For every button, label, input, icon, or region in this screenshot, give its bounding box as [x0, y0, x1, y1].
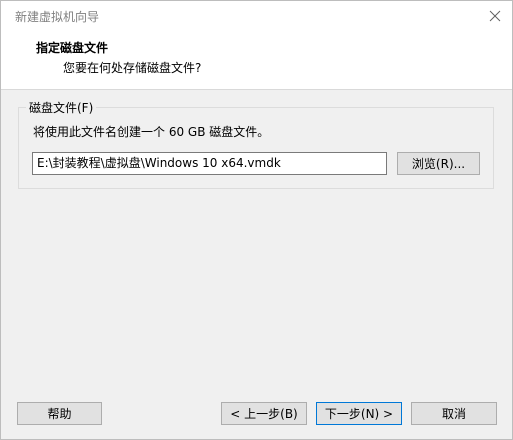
- page-title: 指定磁盘文件: [36, 41, 109, 55]
- footer-separator: [1, 391, 512, 392]
- browse-button[interactable]: 浏览(R)...: [397, 152, 480, 175]
- disk-file-description: 将使用此文件名创建一个 60 GB 磁盘文件。: [33, 125, 270, 139]
- wizard-header: 指定磁盘文件 您要在何处存储磁盘文件?: [1, 31, 512, 90]
- close-icon: [489, 10, 501, 22]
- help-button[interactable]: 帮助: [17, 402, 102, 425]
- next-button[interactable]: 下一步(N) >: [316, 402, 402, 425]
- disk-file-group-label: 磁盘文件(F): [26, 99, 97, 116]
- cancel-button[interactable]: 取消: [411, 402, 497, 425]
- disk-file-path-input[interactable]: E:\封装教程\虚拟盘\Windows 10 x64.vmdk: [32, 152, 387, 175]
- back-button[interactable]: < 上一步(B): [221, 402, 307, 425]
- close-button[interactable]: [484, 5, 506, 27]
- page-subtitle: 您要在何处存储磁盘文件?: [63, 61, 202, 75]
- window-title: 新建虚拟机向导: [15, 10, 100, 24]
- disk-file-group: [18, 107, 494, 189]
- new-vm-wizard-dialog: 新建虚拟机向导 指定磁盘文件 您要在何处存储磁盘文件? 磁盘文件(F) 将使用此…: [0, 0, 513, 440]
- title-bar: 新建虚拟机向导: [1, 1, 512, 31]
